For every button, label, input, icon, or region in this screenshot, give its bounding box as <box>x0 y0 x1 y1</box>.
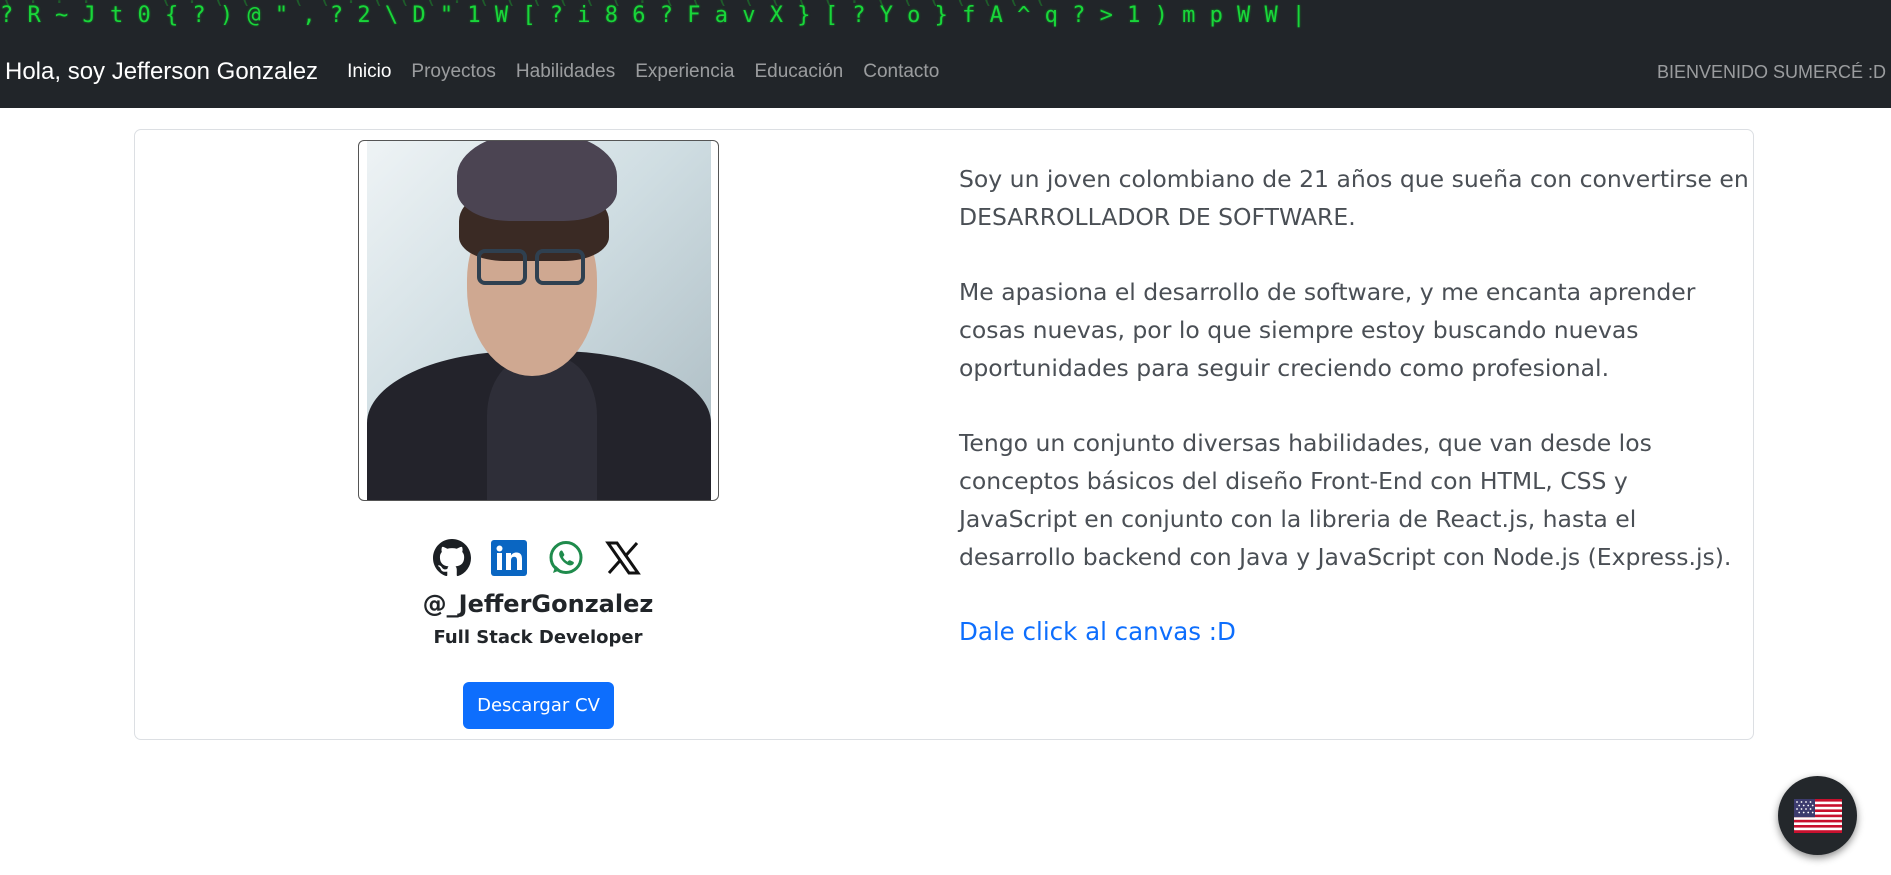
nav-link-habilidades[interactable]: Habilidades <box>516 61 615 83</box>
navbar-brand[interactable]: Hola, soy Jefferson Gonzalez <box>5 58 318 86</box>
canvas-link[interactable]: Dale click al canvas :D <box>959 617 1236 646</box>
profile-card: @_JefferGonzalez Full Stack Developer De… <box>134 129 1754 740</box>
nav-link-inicio[interactable]: Inicio <box>347 61 391 83</box>
nav-links: Inicio Proyectos Habilidades Experiencia… <box>347 61 959 83</box>
nav-link-contacto[interactable]: Contacto <box>863 61 939 83</box>
nav-link-experiencia[interactable]: Experiencia <box>635 61 734 83</box>
profile-handle: @_JefferGonzalez <box>422 590 654 618</box>
nav-link-proyectos[interactable]: Proyectos <box>411 61 495 83</box>
matrix-rain-text: ? R ~ J t 0 { ? ) @ " , ? 2 \ D " 1 W [ … <box>0 3 1306 28</box>
language-toggle-button[interactable] <box>1778 776 1857 855</box>
x-icon[interactable] <box>604 539 642 577</box>
profile-photo-image <box>367 141 711 500</box>
navbar: Hola, soy Jefferson Gonzalez Inicio Proy… <box>0 36 1891 108</box>
download-cv-button[interactable]: Descargar CV <box>463 682 614 729</box>
about-paragraph: Soy un joven colombiano de 21 años que s… <box>959 165 1749 231</box>
github-icon[interactable] <box>433 539 471 577</box>
about-section: Soy un joven colombiano de 21 años que s… <box>959 160 1749 651</box>
about-paragraph: Me apasiona el desarrollo de software, y… <box>959 278 1696 382</box>
nav-link-educacion[interactable]: Educación <box>754 61 843 83</box>
about-paragraph: Tengo un conjunto diversas habilidades, … <box>959 429 1732 571</box>
welcome-text: BIENVENIDO SUMERCÉ :D <box>1656 61 1886 82</box>
profile-photo <box>358 140 719 501</box>
us-flag-icon <box>1793 798 1842 833</box>
profile-role: Full Stack Developer <box>433 627 643 648</box>
matrix-canvas[interactable]: ( ! ? ! " ' ( ! ( ( ' ( ( ! ( ( ( ! ( ( … <box>0 0 1891 36</box>
whatsapp-icon[interactable] <box>547 539 585 577</box>
linkedin-icon[interactable] <box>490 539 528 577</box>
social-links <box>433 539 642 577</box>
